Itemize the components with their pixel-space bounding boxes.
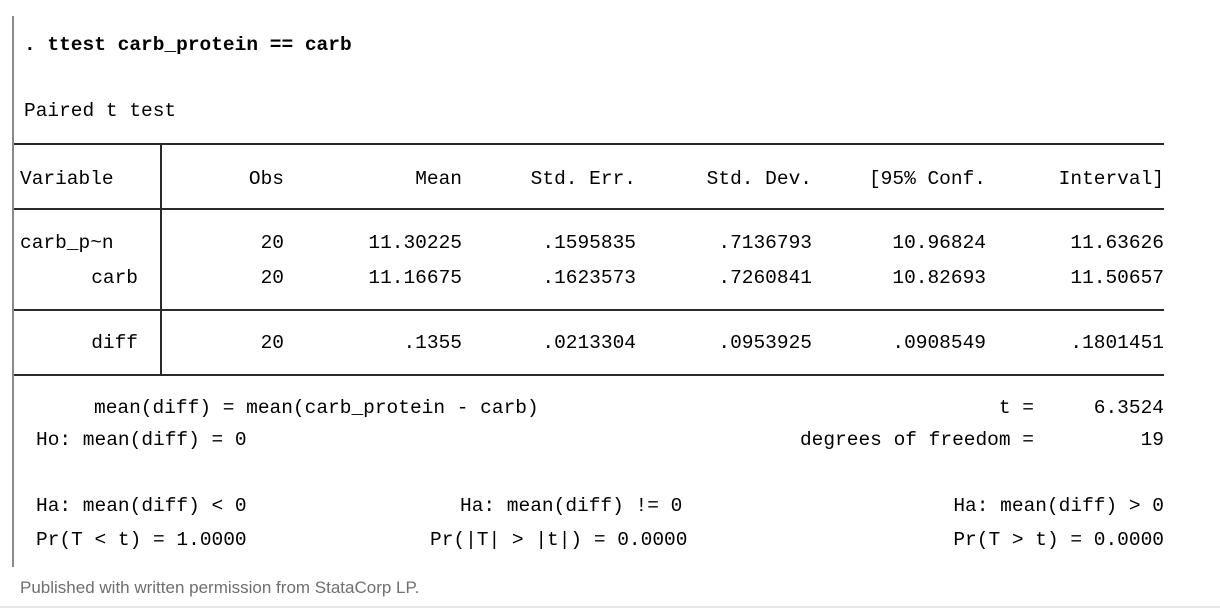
header-mean: Mean bbox=[415, 168, 462, 190]
header-std-dev: Std. Dev. bbox=[706, 168, 812, 190]
rows-bottom-rule bbox=[14, 309, 1164, 311]
p-not-equal: Pr(|T| > |t|) = 0.0000 bbox=[430, 529, 688, 551]
table-top-rule bbox=[14, 143, 1164, 145]
header-conf-high: Interval] bbox=[1058, 168, 1164, 190]
p-less-than: Pr(T < t) = 1.0000 bbox=[36, 529, 247, 551]
diff-std-dev: .0953925 bbox=[718, 332, 812, 354]
df-value: 19 bbox=[1140, 429, 1164, 451]
diff-variable: diff bbox=[91, 332, 138, 354]
p-greater-than: Pr(T > t) = 0.0000 bbox=[953, 529, 1164, 551]
mean-definition: mean(diff) = mean(carb_protein - carb) bbox=[94, 397, 539, 419]
row1-conf-high: 11.63626 bbox=[1070, 232, 1164, 254]
row1-std-err: .1595835 bbox=[542, 232, 636, 254]
caption-divider bbox=[0, 606, 1220, 608]
row2-conf-high: 11.50657 bbox=[1070, 267, 1164, 289]
null-hypothesis: Ho: mean(diff) = 0 bbox=[36, 429, 247, 451]
row2-std-err: .1623573 bbox=[542, 267, 636, 289]
header-std-err: Std. Err. bbox=[530, 168, 636, 190]
row1-conf-low: 10.96824 bbox=[892, 232, 986, 254]
command-line: . ttest carb_protein == carb bbox=[24, 34, 352, 56]
row2-obs: 20 bbox=[260, 267, 284, 289]
variable-column-divider bbox=[160, 143, 162, 376]
test-title: Paired t test bbox=[24, 100, 177, 122]
row1-mean: 11.30225 bbox=[368, 232, 462, 254]
diff-obs: 20 bbox=[260, 332, 284, 354]
ha-greater-than: Ha: mean(diff) > 0 bbox=[953, 495, 1164, 517]
ha-not-equal: Ha: mean(diff) != 0 bbox=[460, 495, 683, 517]
row1-variable: carb_p~n bbox=[20, 232, 114, 254]
header-obs: Obs bbox=[248, 168, 284, 190]
diff-mean: .1355 bbox=[403, 332, 462, 354]
row2-std-dev: .7260841 bbox=[718, 267, 812, 289]
row2-mean: 11.16675 bbox=[368, 267, 462, 289]
row2-conf-low: 10.82693 bbox=[892, 267, 986, 289]
df-label: degrees of freedom = bbox=[799, 429, 1034, 451]
t-value: 6.3524 bbox=[1093, 397, 1164, 419]
header-conf-low: [95% Conf. bbox=[868, 168, 986, 190]
diff-std-err: .0213304 bbox=[542, 332, 636, 354]
image-caption: Published with written permission from S… bbox=[20, 578, 420, 597]
diff-conf-low: .0908549 bbox=[892, 332, 986, 354]
ha-less-than: Ha: mean(diff) < 0 bbox=[36, 495, 247, 517]
header-variable: Variable bbox=[20, 168, 114, 190]
row2-variable: carb bbox=[91, 267, 138, 289]
table-bottom-rule bbox=[14, 374, 1164, 376]
row1-std-dev: .7136793 bbox=[718, 232, 812, 254]
t-label: t = bbox=[998, 397, 1034, 419]
diff-conf-high: .1801451 bbox=[1070, 332, 1164, 354]
row1-obs: 20 bbox=[260, 232, 284, 254]
header-bottom-rule bbox=[14, 208, 1164, 210]
stata-output-window: . ttest carb_protein == carb Paired t te… bbox=[12, 16, 1210, 567]
